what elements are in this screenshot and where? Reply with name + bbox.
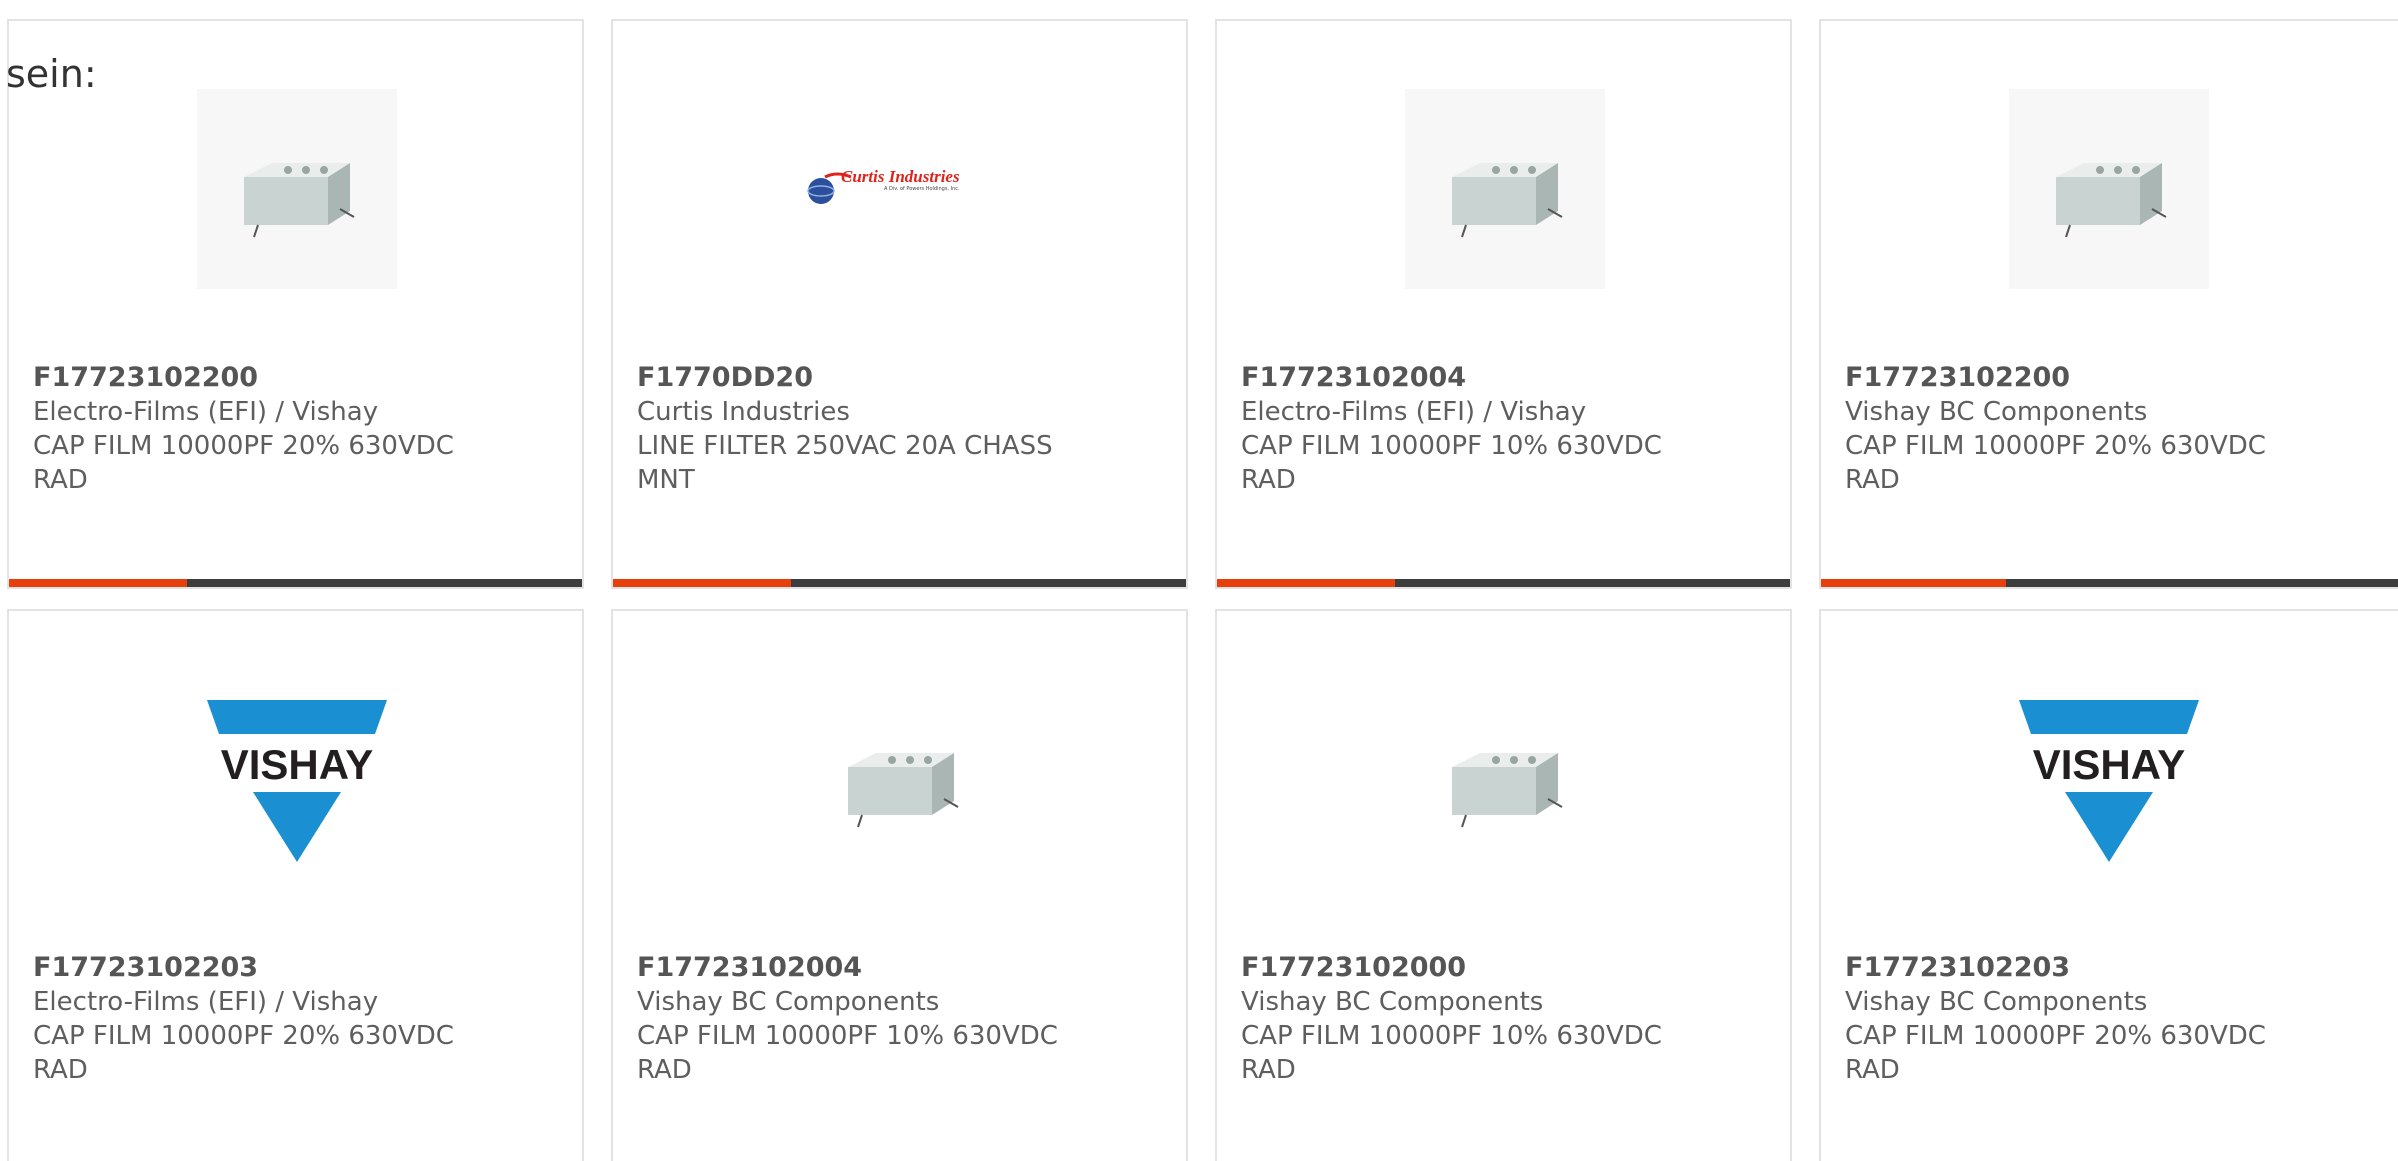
description-cont: RAD — [637, 1055, 692, 1085]
part-number[interactable]: F17723102004 — [1241, 361, 1761, 395]
manufacturer: Electro-Films (EFI) / Vishay — [33, 397, 379, 427]
product-card[interactable]: F17723102000 Vishay BC Components CAP FI… — [1215, 609, 1792, 1161]
part-number[interactable]: F1770DD20 — [637, 361, 1157, 395]
description: CAP FILM 10000PF 10% 630VDC — [637, 1021, 1058, 1051]
vishay-wordmark: VISHAY — [221, 741, 374, 788]
part-number[interactable]: F17723102000 — [1241, 951, 1761, 985]
progress-fill — [1217, 579, 1395, 587]
part-number[interactable]: F17723102004 — [637, 951, 1157, 985]
product-image[interactable] — [197, 89, 397, 289]
description-cont: RAD — [33, 465, 88, 495]
manufacturer: Vishay BC Components — [1241, 987, 1544, 1017]
product-card[interactable]: F17723102004 Vishay BC Components CAP FI… — [611, 609, 1188, 1161]
intro-text: sein: — [6, 52, 97, 96]
product-image[interactable]: VISHAY — [2009, 679, 2209, 879]
film-capacitor-icon — [1452, 753, 1563, 828]
product-image[interactable]: VISHAY — [197, 679, 397, 879]
description-cont: RAD — [1845, 1055, 1900, 1085]
product-card[interactable]: Curtis Industries A Div. of Powers Holdi… — [611, 19, 1188, 589]
product-card[interactable]: VISHAY F17723102203 Vishay BC Components… — [1819, 609, 2398, 1161]
vishay-wordmark: VISHAY — [2033, 741, 2186, 788]
manufacturer: Vishay BC Components — [637, 987, 940, 1017]
manufacturer: Electro-Films (EFI) / Vishay — [33, 987, 379, 1017]
product-info: F17723102000 Vishay BC Components CAP FI… — [1241, 951, 1761, 1087]
vishay-logo-icon: VISHAY — [207, 700, 387, 862]
description-cont: RAD — [1241, 1055, 1296, 1085]
description: LINE FILTER 250VAC 20A CHASS — [637, 431, 1053, 461]
product-image[interactable] — [801, 679, 1001, 879]
product-info: F17723102203 Electro-Films (EFI) / Visha… — [33, 951, 553, 1087]
description: CAP FILM 10000PF 10% 630VDC — [1241, 1021, 1662, 1051]
description: CAP FILM 10000PF 20% 630VDC — [1845, 431, 2266, 461]
product-image[interactable] — [1405, 89, 1605, 289]
description: CAP FILM 10000PF 10% 630VDC — [1241, 431, 1662, 461]
product-info: F17723102004 Vishay BC Components CAP FI… — [637, 951, 1157, 1087]
product-card[interactable]: F17723102004 Electro-Films (EFI) / Visha… — [1215, 19, 1792, 589]
progress-fill — [613, 579, 791, 587]
progress-fill — [9, 579, 187, 587]
product-image[interactable] — [1405, 679, 1605, 879]
product-grid: sein: F17723102200 Electro-Films (EFI) /… — [0, 0, 2398, 1161]
product-card[interactable]: F17723102200 Vishay BC Components CAP FI… — [1819, 19, 2398, 589]
manufacturer: Electro-Films (EFI) / Vishay — [1241, 397, 1587, 427]
product-card[interactable]: VISHAY F17723102203 Electro-Films (EFI) … — [7, 609, 584, 1161]
progress-bar — [613, 579, 1186, 587]
description-cont: RAD — [1241, 465, 1296, 495]
progress-bar — [1217, 579, 1790, 587]
curtis-logo-text: Curtis Industries A Div. of Powers Holdi… — [841, 167, 960, 193]
film-capacitor-icon — [2056, 163, 2167, 238]
product-info: F17723102004 Electro-Films (EFI) / Visha… — [1241, 361, 1761, 497]
description: CAP FILM 10000PF 20% 630VDC — [33, 1021, 454, 1051]
progress-bar — [1821, 579, 2398, 587]
product-info: F17723102200 Electro-Films (EFI) / Visha… — [33, 361, 553, 497]
product-card[interactable]: F17723102200 Electro-Films (EFI) / Visha… — [7, 19, 584, 589]
manufacturer: Vishay BC Components — [1845, 987, 2148, 1017]
description: CAP FILM 10000PF 20% 630VDC — [1845, 1021, 2266, 1051]
description: CAP FILM 10000PF 20% 630VDC — [33, 431, 454, 461]
progress-bar — [9, 579, 582, 587]
film-capacitor-icon — [244, 163, 355, 238]
vishay-logo-icon: VISHAY — [2019, 700, 2199, 862]
manufacturer: Curtis Industries — [637, 397, 850, 427]
logo-wordmark: Curtis Industries — [841, 167, 960, 186]
part-number[interactable]: F17723102203 — [33, 951, 553, 985]
manufacturer: Vishay BC Components — [1845, 397, 2148, 427]
part-number[interactable]: F17723102203 — [1845, 951, 2365, 985]
product-image[interactable] — [2009, 89, 2209, 289]
progress-fill — [1821, 579, 2006, 587]
part-number[interactable]: F17723102200 — [1845, 361, 2365, 395]
logo-subtext: A Div. of Powers Holdings, Inc. — [883, 186, 960, 192]
product-info: F17723102203 Vishay BC Components CAP FI… — [1845, 951, 2365, 1087]
film-capacitor-icon — [848, 753, 959, 828]
product-info: F1770DD20 Curtis Industries LINE FILTER … — [637, 361, 1157, 497]
product-info: F17723102200 Vishay BC Components CAP FI… — [1845, 361, 2365, 497]
description-cont: MNT — [637, 465, 695, 495]
part-number[interactable]: F17723102200 — [33, 361, 553, 395]
film-capacitor-icon — [1452, 163, 1563, 238]
description-cont: RAD — [33, 1055, 88, 1085]
description-cont: RAD — [1845, 465, 1900, 495]
